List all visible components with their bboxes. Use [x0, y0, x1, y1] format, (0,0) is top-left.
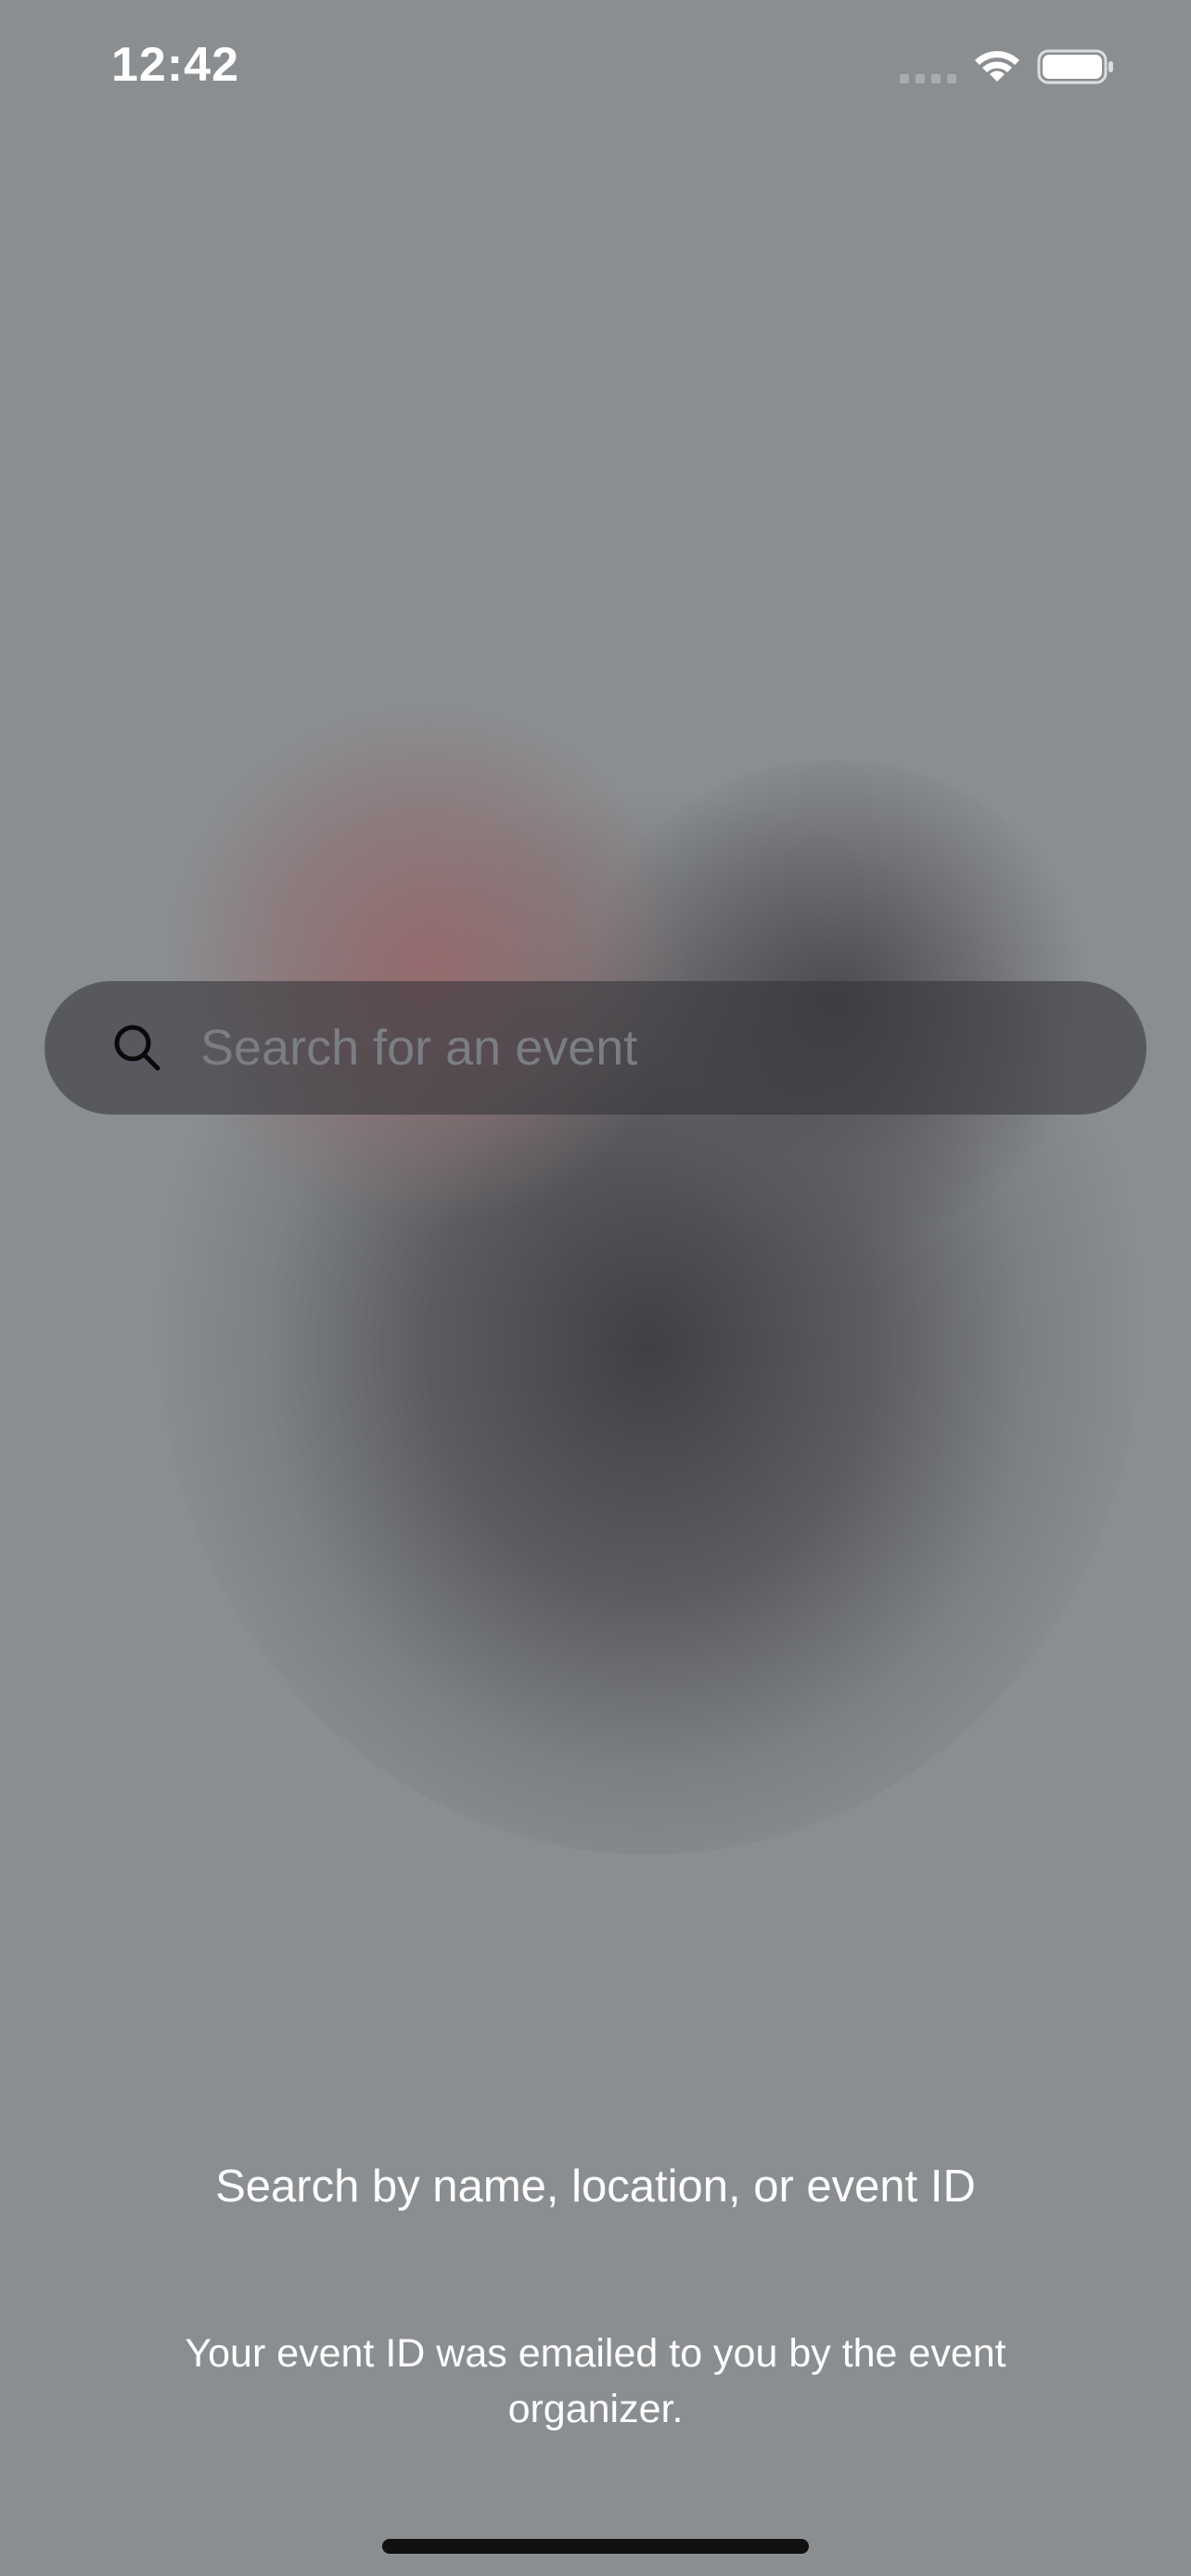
- background-blur-dark: [158, 797, 1141, 1855]
- event-search-screen: 12:42 Search by name, location, or event…: [0, 0, 1191, 2576]
- search-hint-title: Search by name, location, or event ID: [215, 2162, 976, 2212]
- background-blur-red: [167, 705, 686, 1224]
- home-indicator[interactable]: [382, 2539, 809, 2554]
- status-bar: 12:42: [0, 0, 1191, 139]
- search-hint-subtitle: Your event ID was emailed to you by the …: [185, 2331, 1006, 2431]
- search-icon: [114, 1025, 160, 1071]
- search-input[interactable]: [200, 981, 1091, 1115]
- cellular-signal-icon: [900, 74, 956, 83]
- wifi-icon: [975, 51, 1019, 82]
- battery-icon: [1037, 49, 1113, 84]
- search-bar[interactable]: [45, 981, 1146, 1115]
- status-time: 12:42: [111, 38, 239, 92]
